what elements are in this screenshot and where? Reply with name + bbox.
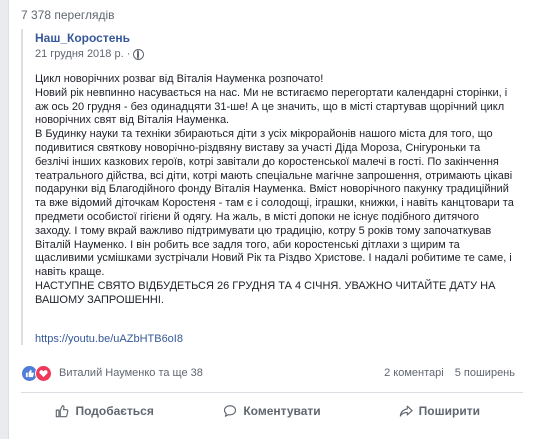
shared-author-link[interactable]: Наш_Коростень: [35, 31, 130, 45]
reactions-summary[interactable]: Виталий Науменко та ще 38: [59, 367, 203, 379]
post-card: 7 378 переглядів Наш_Коростень 21 грудня…: [8, 0, 535, 439]
action-divider: [21, 392, 523, 393]
shared-post: Наш_Коростень 21 грудня 2018 р. · Цикл н…: [21, 29, 527, 345]
reaction-icons[interactable]: [21, 365, 52, 382]
share-count[interactable]: 5 поширень: [455, 367, 515, 379]
shared-date-link[interactable]: 21 грудня 2018 р. ·: [35, 48, 130, 60]
love-reaction-icon: [35, 365, 52, 382]
like-label: Подобається: [75, 404, 154, 418]
post-paragraph: НАСТУПНЕ СВЯТО ВІДБУДЕТЬСЯ 26 ГРУДНЯ ТА …: [35, 279, 496, 306]
comment-count[interactable]: 2 коментарі: [384, 367, 444, 379]
comment-icon: [224, 405, 237, 417]
post-paragraph: Цикл новорічних розваг від Віталія Науме…: [35, 73, 324, 85]
shared-post-text: Цикл новорічних розваг від Віталія Науме…: [35, 73, 517, 308]
globe-icon: [133, 48, 145, 60]
action-bar: Подобається Коментувати Поширити: [21, 397, 523, 425]
post-stats: Виталий Науменко та ще 38 2 коментарі 5 …: [21, 365, 523, 383]
post-paragraph: Новий рік невпинно насувається на нас. М…: [35, 86, 508, 127]
share-label: Поширити: [418, 404, 480, 418]
comment-button[interactable]: Коментувати: [188, 397, 355, 425]
shared-post-meta: 21 грудня 2018 р. ·: [35, 48, 145, 60]
youtube-link[interactable]: https://youtu.be/uAZbHTB6oI8: [35, 333, 183, 345]
share-icon: [399, 405, 413, 417]
engagement-counts: 2 коментарі 5 поширень: [384, 367, 515, 379]
like-button[interactable]: Подобається: [21, 397, 188, 425]
post-paragraph: В Будинку науки та техніки збираються ді…: [35, 128, 514, 279]
comment-label: Коментувати: [243, 404, 321, 418]
thumbs-up-icon: [56, 405, 69, 418]
view-count: 7 378 переглядів: [21, 8, 115, 22]
share-button[interactable]: Поширити: [356, 397, 523, 425]
